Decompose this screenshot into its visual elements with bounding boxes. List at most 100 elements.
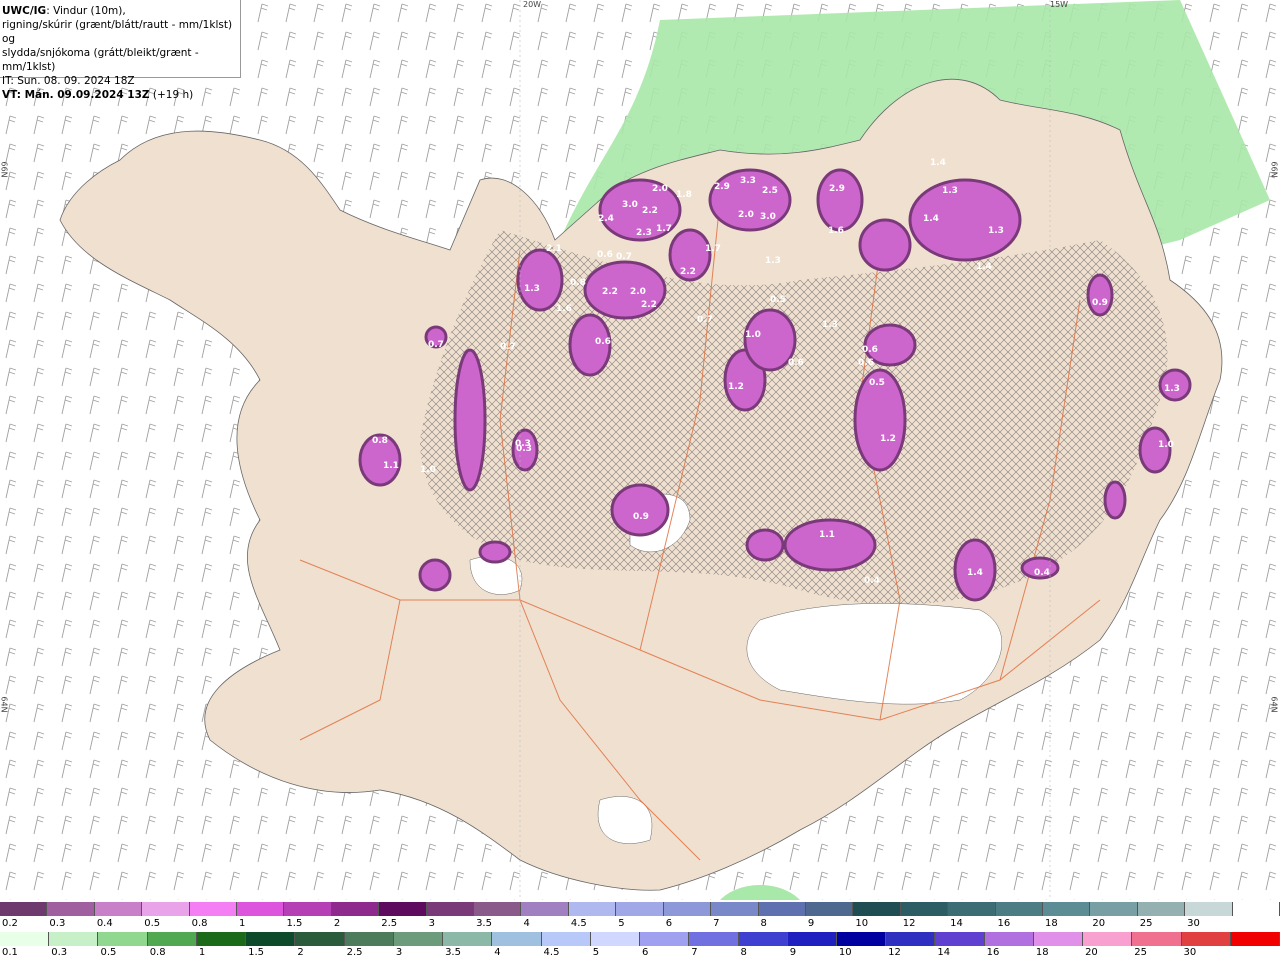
legend-label: 3.5 (445, 947, 461, 958)
precip-value-label: 3.0 (622, 200, 638, 210)
legend-rain-colorbar (0, 932, 1280, 946)
legend-label: 12 (888, 947, 901, 958)
legend-label: 4 (494, 947, 501, 958)
legend-swatch (295, 932, 345, 946)
precip-value-label: 2.3 (636, 228, 652, 238)
legend-label: 0.8 (191, 918, 208, 929)
precip-value-label: 1.4 (930, 158, 946, 168)
legend-swatch (836, 932, 887, 946)
legend-swatch (590, 932, 641, 946)
legend-label: 30 (1183, 947, 1197, 958)
precip-value-label: 3.3 (740, 176, 756, 186)
precip-value-label: 1.7 (705, 244, 721, 254)
legend-swatch (426, 902, 475, 916)
precip-value-label: 0.6 (595, 337, 611, 347)
title-line1: : Vindur (10m), (46, 5, 126, 17)
legend-label: 8 (760, 918, 767, 929)
legend-swatch (47, 902, 95, 916)
precip-value-label: 2.2 (641, 300, 657, 310)
legend-label: 5 (592, 947, 600, 958)
legend-label: 9 (807, 918, 815, 929)
legend-swatch (521, 902, 569, 916)
precip-value-label: 0.9 (1092, 298, 1108, 308)
precip-value-label: 2.0 (630, 287, 646, 297)
legend-rain-labels: 0.1 0.3 0.5 0.8 1 1.5 2 2.5 3 3.5 4 4.5 5 6 7 8 9 10 12 14 1… (0, 947, 1280, 959)
legend-label: 3 (395, 947, 403, 958)
legend-swatch (237, 902, 285, 916)
precip-value-label: 0.8 (570, 278, 586, 288)
precip-value-label: 2.2 (602, 287, 618, 297)
legend-swatch (142, 902, 190, 916)
precip-value-label: 2.0 (738, 210, 754, 220)
precip-value-label: 2.9 (714, 182, 730, 192)
precip-value-label: 0.6 (597, 250, 613, 260)
legend-swatch (0, 902, 48, 916)
legend-swatch (189, 902, 238, 916)
legend-swatch (94, 902, 143, 916)
precip-value-label: 2.5 (762, 186, 778, 196)
legend-swatch (474, 902, 522, 916)
precip-value-label: 1.1 (383, 461, 399, 471)
precip-value-label: 2.9 (829, 184, 845, 194)
map-title-box: UWC/IG: Vindur (10m), rigning/skúrir (gr… (0, 0, 241, 101)
legend-swatch (1132, 932, 1182, 946)
precip-value-label: 1.4 (967, 568, 983, 578)
precip-value-label: 2.2 (642, 206, 658, 216)
legend-swatch (805, 902, 854, 916)
precip-value-label: 1.6 (556, 304, 572, 314)
legend-swatch (393, 932, 444, 946)
legend-label: 7 (713, 918, 720, 929)
legend-swatch (663, 902, 712, 916)
precip-value-label: 0.7 (697, 315, 713, 325)
legend-swatch (900, 902, 949, 916)
lat-label-66n-left: 66N (0, 161, 9, 178)
precip-value-label: 0.5 (869, 378, 885, 388)
legend-label: 9 (789, 947, 797, 958)
legend-swatch (738, 932, 788, 946)
legend-snow-labels: 0.2 0.3 0.4 0.5 0.8 1 1.5 2 2.5 3 3.5 4 4.5 5 6 7 8 9 10 12… (0, 918, 1280, 930)
precip-value-label: 1.3 (988, 226, 1004, 236)
legend-label: 2 (297, 947, 304, 958)
legend-swatch (1137, 902, 1186, 916)
legend-label: 0.8 (149, 947, 166, 958)
legend-snow-colorbar (0, 902, 1280, 916)
legend-swatch (541, 932, 591, 946)
legend-label: 12 (902, 918, 916, 929)
legend-swatch (331, 902, 380, 916)
precip-value-label: 2.2 (680, 267, 696, 277)
legend-swatch (379, 902, 427, 916)
legend-swatch (1033, 932, 1084, 946)
legend-swatch (853, 902, 901, 916)
precip-value-label: 1.7 (656, 224, 672, 234)
legend-label: 18 (1044, 918, 1058, 929)
legend-label: 14 (937, 947, 951, 958)
precip-value-label: 1.6 (828, 226, 844, 236)
precip-value-label: 2.0 (652, 184, 668, 194)
legend-swatch (284, 902, 332, 916)
legend-label: 2.5 (346, 947, 363, 958)
legend-label: 20 (1092, 918, 1106, 929)
legend-swatch (1230, 932, 1280, 946)
legend-swatch (344, 932, 394, 946)
precip-value-label: 1.3 (524, 284, 540, 294)
precip-value-label: 0.4 (1034, 568, 1050, 578)
precip-value-label: 0.6 (858, 358, 874, 368)
legend-swatch (196, 932, 247, 946)
legend-swatch (787, 932, 837, 946)
precip-value-label: 0.9 (633, 512, 649, 522)
precip-value-label: 1.3 (942, 186, 958, 196)
legend-label: 18 (1035, 947, 1049, 958)
legend-label: 5 (618, 918, 625, 929)
legend-label: 0.2 (2, 918, 18, 929)
precip-value-label: 1.3 (1164, 384, 1180, 394)
legend-label: 16 (997, 918, 1011, 929)
precip-value-label: 0.7 (428, 340, 444, 350)
legend-label: 4.5 (543, 947, 560, 958)
legend-label: 3 (428, 918, 436, 929)
legend-swatch (948, 902, 996, 916)
legend-swatch (147, 932, 197, 946)
title-line3: slydda/snjókoma (grátt/bleikt/grænt - mm… (2, 47, 199, 73)
precip-value-label: 0.6 (788, 358, 804, 368)
legend-label: 7 (691, 947, 698, 958)
precip-value-label: 2.4 (598, 214, 614, 224)
